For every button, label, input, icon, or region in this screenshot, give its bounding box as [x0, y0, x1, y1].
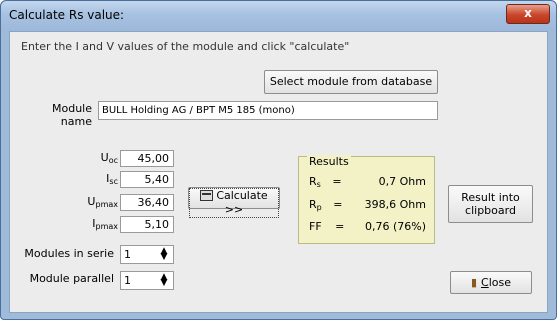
dialog-window: Calculate Rs value: x Enter the I and V …	[0, 0, 557, 320]
close-button[interactable]: ▮ Close	[450, 271, 532, 294]
close-icon: x	[524, 6, 532, 20]
spinner-arrows-icon[interactable]: ▲ ▼	[158, 247, 170, 262]
module-parallel-value: 1	[124, 274, 131, 287]
ipmax-input[interactable]: 5,10	[120, 216, 174, 233]
dialog-body: Enter the I and V values of the module a…	[9, 31, 548, 313]
module-parallel-label: Module parallel	[29, 272, 114, 285]
modules-in-serie-spinner[interactable]: 1 ▲ ▼	[120, 245, 174, 264]
rs-label: Rs =	[309, 175, 342, 189]
calculator-icon	[200, 190, 214, 201]
title-bar[interactable]: Calculate Rs value: x	[1, 1, 556, 31]
window-title: Calculate Rs value:	[9, 8, 125, 22]
spinner-arrows-icon[interactable]: ▲ ▼	[158, 273, 170, 288]
result-into-clipboard-button[interactable]: Result into clipboard	[448, 185, 533, 223]
modules-in-serie-value: 1	[124, 248, 131, 261]
calculate-button[interactable]: Calculate >>	[188, 187, 280, 218]
upmax-input[interactable]: 36,40	[120, 194, 174, 211]
upmax-label: Upmax	[87, 195, 118, 209]
ff-value: 0,76 (76%)	[364, 220, 426, 233]
instruction-text: Enter the I and V values of the module a…	[21, 40, 350, 53]
uoc-input[interactable]: 45,00	[120, 150, 174, 167]
uoc-label: Uoc	[100, 151, 118, 165]
results-title: Results	[307, 155, 351, 168]
select-module-button[interactable]: Select module from database	[264, 70, 438, 94]
module-parallel-spinner[interactable]: 1 ▲ ▼	[120, 271, 174, 290]
rp-label: Rp =	[309, 198, 343, 212]
modules-in-serie-label: Modules in serie	[24, 247, 114, 260]
module-name-field[interactable]: BULL Holding AG / BPT M5 185 (mono)	[98, 101, 438, 120]
rs-value: 0,7 Ohm	[378, 175, 426, 188]
results-panel: Results Rs = 0,7 Ohm Rp = 398,6 Ohm FF =…	[298, 155, 435, 244]
ff-label: FF =	[309, 220, 345, 233]
window-close-button[interactable]: x	[506, 4, 550, 24]
rp-value: 398,6 Ohm	[364, 198, 426, 211]
isc-input[interactable]: 5,40	[120, 171, 174, 188]
module-name-label: Module name	[52, 102, 92, 128]
ipmax-label: Ipmax	[92, 217, 118, 231]
door-icon: ▮	[470, 276, 478, 289]
isc-label: Isc	[106, 172, 118, 186]
